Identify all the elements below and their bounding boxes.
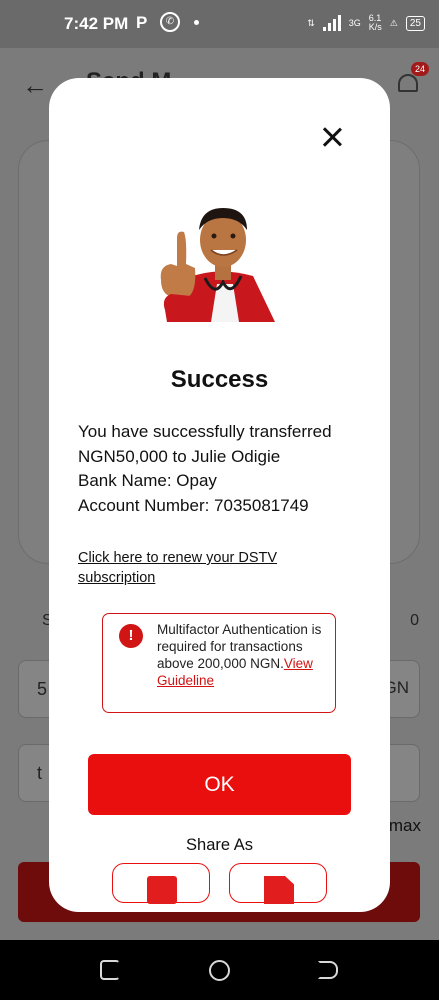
mfa-notice: ! Multifactor Authentication is required… [102,613,336,713]
max-label: max [388,816,421,835]
share-as-label: Share As [186,836,253,854]
network-type: 3G [348,18,361,28]
share-pdf-button[interactable] [229,863,327,904]
dstv-renew-link[interactable]: Click here to renew your DSTV subscripti… [78,548,358,588]
thumbs-up-avatar [160,208,275,322]
pdf-icon [264,876,294,904]
recent-apps-icon[interactable] [100,960,120,980]
whatsapp-icon: ✆ [160,12,180,32]
home-icon[interactable] [209,960,230,981]
success-dialog: Success You have successfully transferre… [49,78,390,912]
ok-button[interactable]: OK [88,754,351,815]
network-speed: 6.1 K/s [368,13,382,32]
image-icon [147,876,177,904]
p-app-icon: P [136,13,148,32]
notification-badge: 24 [410,62,429,76]
signal-icon [322,15,341,31]
transfer-summary: You have successfully transferred NGN50,… [78,422,332,466]
success-message: You have successfully transferred NGN50,… [78,420,368,518]
alert-icon: ⚠ [389,17,398,28]
back-icon[interactable] [318,961,338,979]
notification-dot-icon [194,20,199,25]
data-arrows-icon: ⇅ [307,17,315,28]
section-value: 0 [410,612,419,629]
status-indicators: ⇅ 3G 6.1 K/s ⚠ 25 [307,14,425,32]
bank-name: Bank Name: Opay [78,471,217,490]
status-bar: 7:42 PM P ✆ ⇅ 3G 6.1 K/s ⚠ 25 [0,0,439,48]
status-time: 7:42 PM [64,14,129,33]
battery-icon: 25 [405,15,425,31]
info-icon: ! [119,624,143,648]
account-number: Account Number: 7035081749 [78,495,309,515]
share-image-button[interactable] [112,863,210,904]
bell-icon: 24 [395,62,429,96]
dialog-title: Success [170,366,269,393]
close-icon[interactable] [317,122,347,152]
system-nav-bar [0,940,439,1000]
back-arrow-icon: ← [22,70,48,100]
